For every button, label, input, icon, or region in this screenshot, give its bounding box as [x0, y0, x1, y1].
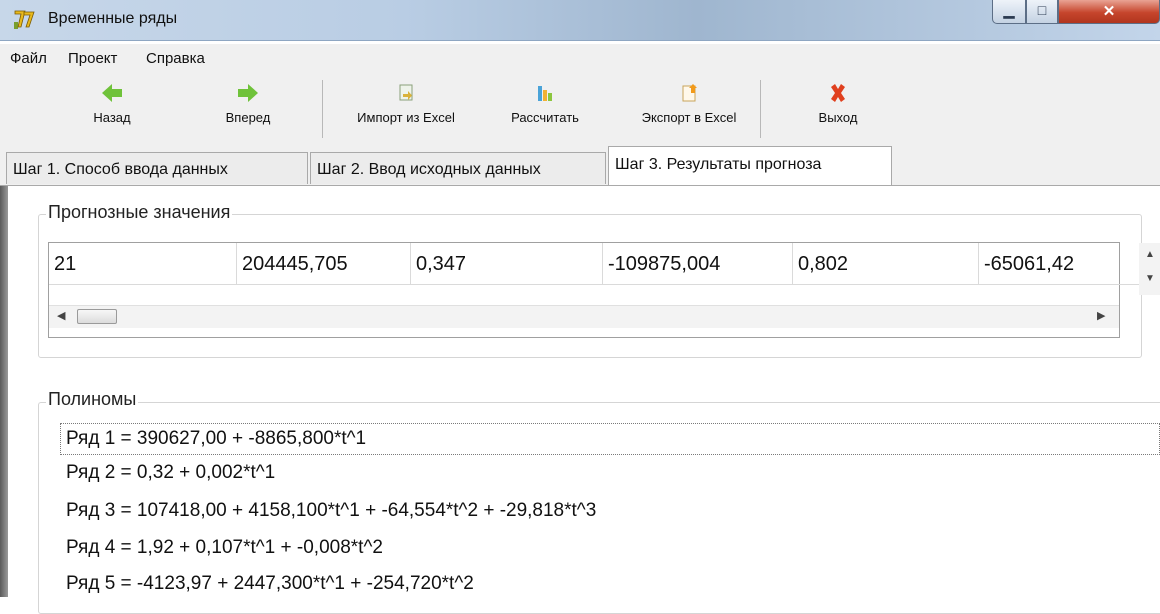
- export-excel-label: Экспорт в Excel: [641, 110, 737, 125]
- minimize-icon: ▁: [1003, 2, 1015, 18]
- polynomial-item[interactable]: Ряд 5 = -4123,97 + 2447,300*t^1 + -254,7…: [66, 573, 474, 595]
- polynomial-item[interactable]: Ряд 2 = 0,32 + 0,002*t^1: [66, 462, 275, 484]
- scroll-right-icon[interactable]: ▶: [1097, 309, 1105, 322]
- export-excel-button[interactable]: Экспорт в Excel: [614, 80, 764, 125]
- grid-cell[interactable]: 204445,705: [237, 243, 411, 285]
- menu-bar: Файл Проект Справка: [0, 44, 1160, 72]
- forecast-group-title: Прогнозные значения: [46, 202, 233, 223]
- back-label: Назад: [93, 110, 131, 125]
- horizontal-scrollbar[interactable]: ◀ ▶: [49, 305, 1119, 328]
- grid-cell[interactable]: 0,802: [793, 243, 979, 285]
- window-title: Временные ряды: [48, 10, 178, 27]
- polynomial-item[interactable]: Ряд 1 = 390627,00 + -8865,800*t^1: [66, 428, 366, 450]
- title-bar: Временные ряды ▁ □ ✕: [0, 0, 1160, 41]
- toolbar-separator: [322, 80, 323, 138]
- maximize-button[interactable]: □: [1026, 0, 1058, 24]
- app-icon: [14, 10, 35, 29]
- toolbar-separator: [760, 80, 761, 138]
- polynomial-item[interactable]: Ряд 3 = 107418,00 + 4158,100*t^1 + -64,5…: [66, 500, 596, 522]
- import-icon: [399, 84, 413, 101]
- close-icon: [831, 84, 845, 102]
- close-icon: ✕: [1102, 3, 1116, 20]
- minimize-button[interactable]: ▁: [992, 0, 1026, 24]
- exit-label: Выход: [818, 110, 858, 125]
- calculate-label: Рассчитать: [511, 110, 579, 125]
- close-button[interactable]: ✕: [1058, 0, 1160, 24]
- calculate-button[interactable]: Рассчитать: [490, 80, 600, 125]
- tab-step1[interactable]: Шаг 1. Способ ввода данных: [6, 152, 308, 184]
- forward-button[interactable]: Вперед: [216, 80, 280, 125]
- tab-step2[interactable]: Шаг 2. Ввод исходных данных: [310, 152, 606, 184]
- arrow-left-icon: [102, 84, 122, 102]
- export-icon: [682, 84, 697, 102]
- window-edge: [0, 186, 8, 597]
- menu-project[interactable]: Проект: [68, 50, 117, 67]
- arrow-right-icon: [238, 84, 258, 102]
- menu-help[interactable]: Справка: [146, 50, 205, 67]
- polynomials-group-title: Полиномы: [46, 389, 139, 410]
- grid-cell[interactable]: -65061,42: [979, 243, 1139, 285]
- scroll-up-icon[interactable]: ▲: [1139, 249, 1160, 260]
- bar-chart-icon: [538, 86, 552, 101]
- grid-cell[interactable]: -109875,004: [603, 243, 793, 285]
- maximize-icon: □: [1037, 2, 1047, 18]
- scroll-left-icon[interactable]: ◀: [57, 309, 65, 322]
- tab-strip: Шаг 1. Способ ввода данных Шаг 2. Ввод и…: [0, 144, 1160, 186]
- grid-cell[interactable]: 21: [49, 243, 237, 285]
- import-excel-label: Импорт из Excel: [357, 110, 455, 125]
- polynomial-item[interactable]: Ряд 4 = 1,92 + 0,107*t^1 + -0,008*t^2: [66, 537, 383, 559]
- import-excel-button[interactable]: Импорт из Excel: [336, 80, 476, 125]
- exit-button[interactable]: Выход: [808, 80, 868, 125]
- toolbar: Назад Вперед Импорт из Excel Рассчитать …: [0, 72, 1160, 144]
- menu-file[interactable]: Файл: [10, 50, 47, 67]
- forecast-grid[interactable]: 21 204445,705 0,347 -109875,004 0,802 -6…: [48, 242, 1160, 338]
- grid-cell[interactable]: 0,347: [411, 243, 603, 285]
- tab-step3[interactable]: Шаг 3. Результаты прогноза: [608, 146, 892, 186]
- scroll-down-icon[interactable]: ▼: [1139, 273, 1160, 284]
- vertical-scrollbar[interactable]: ▲ ▼: [1139, 243, 1160, 295]
- scroll-thumb[interactable]: [77, 309, 117, 324]
- back-button[interactable]: Назад: [80, 80, 144, 125]
- forward-label: Вперед: [225, 110, 271, 125]
